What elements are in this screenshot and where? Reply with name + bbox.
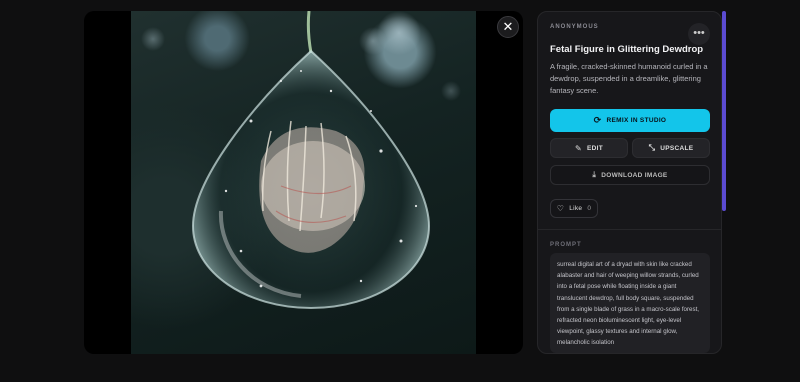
like-label: Like [569,205,583,212]
upscale-label: UPSCALE [660,144,694,152]
dewdrop-illustration [141,11,461,310]
edit-button[interactable]: ✎ EDIT [550,138,628,158]
refresh-icon: ⟳ [593,115,602,125]
divider [538,229,721,230]
details-panel: ANONYMOUS ••• Fetal Figure in Glittering… [537,11,722,354]
more-icon: ••• [693,27,705,39]
close-button[interactable]: ✕ [497,16,519,38]
image-viewer [84,11,523,354]
image-description: A fragile, cracked-skinned humanoid curl… [550,62,708,95]
pencil-icon: ✎ [574,143,582,153]
like-count: 0 [587,205,592,212]
author-name: ANONYMOUS [550,24,599,30]
download-label: DOWNLOAD IMAGE [601,171,668,179]
close-icon: ✕ [502,19,514,34]
upscale-button[interactable]: ⤡ UPSCALE [632,138,710,158]
remix-button[interactable]: ⟳ REMIX IN STUDIO [550,109,710,132]
image-title: Fetal Figure in Glittering Dewdrop [550,44,704,55]
wand-icon: ⤡ [648,143,656,152]
generated-image [131,11,476,354]
download-button[interactable]: ⤓ DOWNLOAD IMAGE [550,165,710,185]
prompt-heading: PROMPT [550,242,582,248]
panel-scrollbar[interactable] [722,11,726,211]
heart-icon: ♡ [556,204,565,213]
download-icon: ⤓ [592,170,597,179]
remix-label: REMIX IN STUDIO [606,117,667,124]
more-options-button[interactable]: ••• [688,23,710,45]
edit-label: EDIT [587,144,604,152]
prompt-text: surreal digital art of a dryad with skin… [550,253,710,353]
like-button[interactable]: ♡ Like 0 [550,199,598,218]
